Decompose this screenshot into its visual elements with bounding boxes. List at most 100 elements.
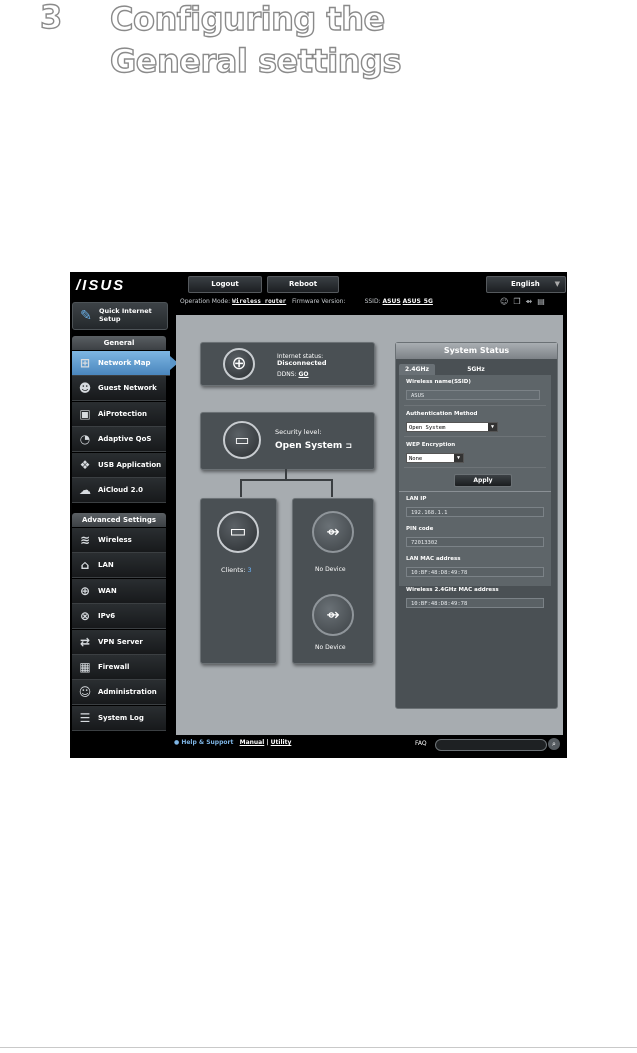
router-icon: ▭ — [223, 421, 261, 459]
tab-5ghz[interactable]: 5GHz — [456, 364, 496, 375]
vpn-icon: ⇄ — [79, 634, 91, 649]
unlock-icon: ⊐ — [345, 441, 353, 450]
sidebar-item-label: USB Application — [98, 460, 162, 469]
lan-ip-value: 192.168.1.1 — [406, 507, 544, 517]
divider — [404, 405, 546, 406]
sidebar-item-label: Adaptive QoS — [98, 435, 152, 444]
router-security-card[interactable]: ▭ Security level: Open System ⊐ — [200, 412, 375, 470]
section-number: 3 — [39, 0, 63, 37]
pin-code-value: 72013302 — [406, 537, 544, 547]
globe-icon: ⊕ — [223, 348, 255, 380]
clients-card[interactable]: ▭ Clients: 3 — [200, 498, 277, 664]
sidebar-item-vpn-server[interactable]: ⇄ VPN Server — [72, 629, 166, 655]
sidebar-item-label: Administration — [98, 688, 157, 697]
sidebar-item-guest-network[interactable]: ☻ Guest Network — [72, 376, 166, 402]
sidebar-item-label: System Log — [98, 713, 144, 722]
ssid-link-1[interactable]: ASUS — [383, 298, 401, 305]
auth-method-select[interactable]: Open System ▼ — [406, 422, 498, 432]
usb-devices-card: ⇴ No Device ⇴ No Device — [292, 498, 374, 664]
chevron-down-icon: ▼ — [454, 454, 463, 462]
sidebar-item-aicloud-2-0[interactable]: ☁ AiCloud 2.0 — [72, 478, 166, 503]
cloud-icon: ☁ — [79, 483, 91, 497]
utility-link[interactable]: Utility — [271, 739, 292, 746]
usb-status-icon[interactable]: ⇴ — [526, 297, 538, 306]
divider — [404, 436, 546, 437]
page-bottom-rule — [0, 1047, 637, 1048]
sidebar-item-label: AiProtection — [98, 409, 147, 418]
lan-mac-label: LAN MAC address — [406, 556, 461, 562]
operation-mode-label: Operation Mode: — [180, 298, 231, 305]
sidebar-item-adaptive-qos[interactable]: ◔ Adaptive QoS — [72, 427, 166, 453]
usb-icon[interactable]: ⇴ — [312, 594, 354, 636]
quick-setup-label: Quick Internet Setup — [99, 307, 152, 323]
chevron-down-icon: ▼ — [488, 423, 497, 431]
sidebar-item-usb-application[interactable]: ❖ USB Application — [72, 452, 166, 478]
pin-code-label: PIN code — [406, 526, 434, 532]
lan-ip-label: LAN IP — [406, 496, 427, 502]
wireless-mac-value: 10:BF:48:D8:49:78 — [406, 598, 544, 608]
usb-port-2-status: No Device — [315, 644, 346, 651]
home-icon: ⌂ — [80, 558, 90, 573]
ddns-go-link[interactable]: GO — [298, 371, 308, 378]
faq-search-input[interactable] — [435, 739, 547, 751]
log-icon: ☰ — [79, 710, 91, 725]
sidebar-item-firewall[interactable]: ▦ Firewall — [72, 655, 166, 680]
user-icon: ☺ — [78, 685, 92, 700]
quick-internet-setup-button[interactable]: ✎ Quick Internet Setup — [72, 302, 168, 330]
logout-button[interactable]: Logout — [188, 276, 262, 293]
faq-label: FAQ — [415, 740, 427, 747]
ssid-label: SSID: — [364, 298, 381, 305]
internet-status-card[interactable]: ⊕ Internet status: Disconnected DDNS: GO — [200, 342, 375, 386]
tab-2-4ghz[interactable]: 2.4GHz — [399, 364, 435, 375]
ipv6-icon: ⊗ — [79, 609, 91, 624]
sidebar-item-aiprotection[interactable]: ▣ AiProtection — [72, 401, 166, 427]
footer-links: ● Help & Support Manual | Utility — [174, 739, 291, 746]
apply-button[interactable]: Apply — [454, 474, 512, 487]
puzzle-icon: ❖ — [79, 457, 91, 472]
printer-status-icon[interactable]: ▤ — [537, 297, 550, 306]
copy-status-icon[interactable]: ❐ — [513, 297, 525, 306]
sidebar-item-label: LAN — [98, 561, 114, 570]
connector-line — [331, 479, 333, 497]
wep-encryption-value: None — [409, 456, 423, 462]
operation-mode-link[interactable]: Wireless router — [232, 298, 286, 305]
asus-logo: /ISUS — [76, 277, 126, 294]
wireless-mac-label: Wireless 2.4GHz MAC address — [406, 587, 499, 593]
usb-icon[interactable]: ⇴ — [312, 511, 354, 553]
sidebar-item-label: Guest Network — [98, 384, 157, 393]
sidebar-item-label: AiCloud 2.0 — [98, 486, 143, 494]
search-icon[interactable]: ⌕ — [548, 738, 560, 750]
clients-count-link[interactable]: 3 — [247, 566, 251, 574]
manual-link[interactable]: Manual — [240, 739, 265, 746]
ssid-link-2[interactable]: ASUS_5G — [403, 298, 433, 305]
usb-port-1-status: No Device — [315, 566, 346, 573]
firewall-icon: ▦ — [79, 660, 91, 674]
lock-icon: ▣ — [79, 406, 91, 421]
help-support-label: Help & Support — [181, 739, 234, 746]
clients-status-icon[interactable]: ☺ — [500, 297, 513, 306]
divider — [399, 491, 551, 492]
gauge-icon: ◔ — [79, 432, 91, 447]
sidebar-item-ipv6[interactable]: ⊗ IPv6 — [72, 604, 166, 630]
sidebar-item-wan[interactable]: ⊕ WAN — [72, 578, 166, 604]
info-bar: Operation Mode: Wireless router Firmware… — [180, 298, 433, 305]
security-level-row: Open System ⊐ — [275, 441, 352, 451]
sidebar-item-label: Firewall — [98, 663, 130, 671]
security-level-value: Open System — [275, 441, 343, 451]
sidebar-item-lan[interactable]: ⌂ LAN — [72, 553, 166, 579]
language-select[interactable]: English ▼ — [486, 276, 566, 293]
reboot-button[interactable]: Reboot — [267, 276, 339, 293]
divider — [404, 467, 546, 468]
chevron-down-icon: ▼ — [554, 280, 560, 288]
sidebar-item-label: Network Map — [98, 359, 151, 367]
wep-encryption-select[interactable]: None ▼ — [406, 453, 464, 463]
sidebar-item-wireless[interactable]: ≋ Wireless — [72, 528, 166, 553]
guest-network-icon: ☻ — [78, 381, 92, 396]
sidebar-item-administration[interactable]: ☺ Administration — [72, 680, 166, 706]
internet-status-value: Disconnected — [277, 359, 327, 367]
language-label: English — [511, 280, 540, 288]
sidebar-item-network-map[interactable]: ⊞ Network Map — [72, 351, 178, 376]
connector-line — [240, 479, 242, 497]
ssid-input[interactable]: ASUS — [406, 390, 540, 400]
sidebar-item-system-log[interactable]: ☰ System Log — [72, 705, 166, 731]
